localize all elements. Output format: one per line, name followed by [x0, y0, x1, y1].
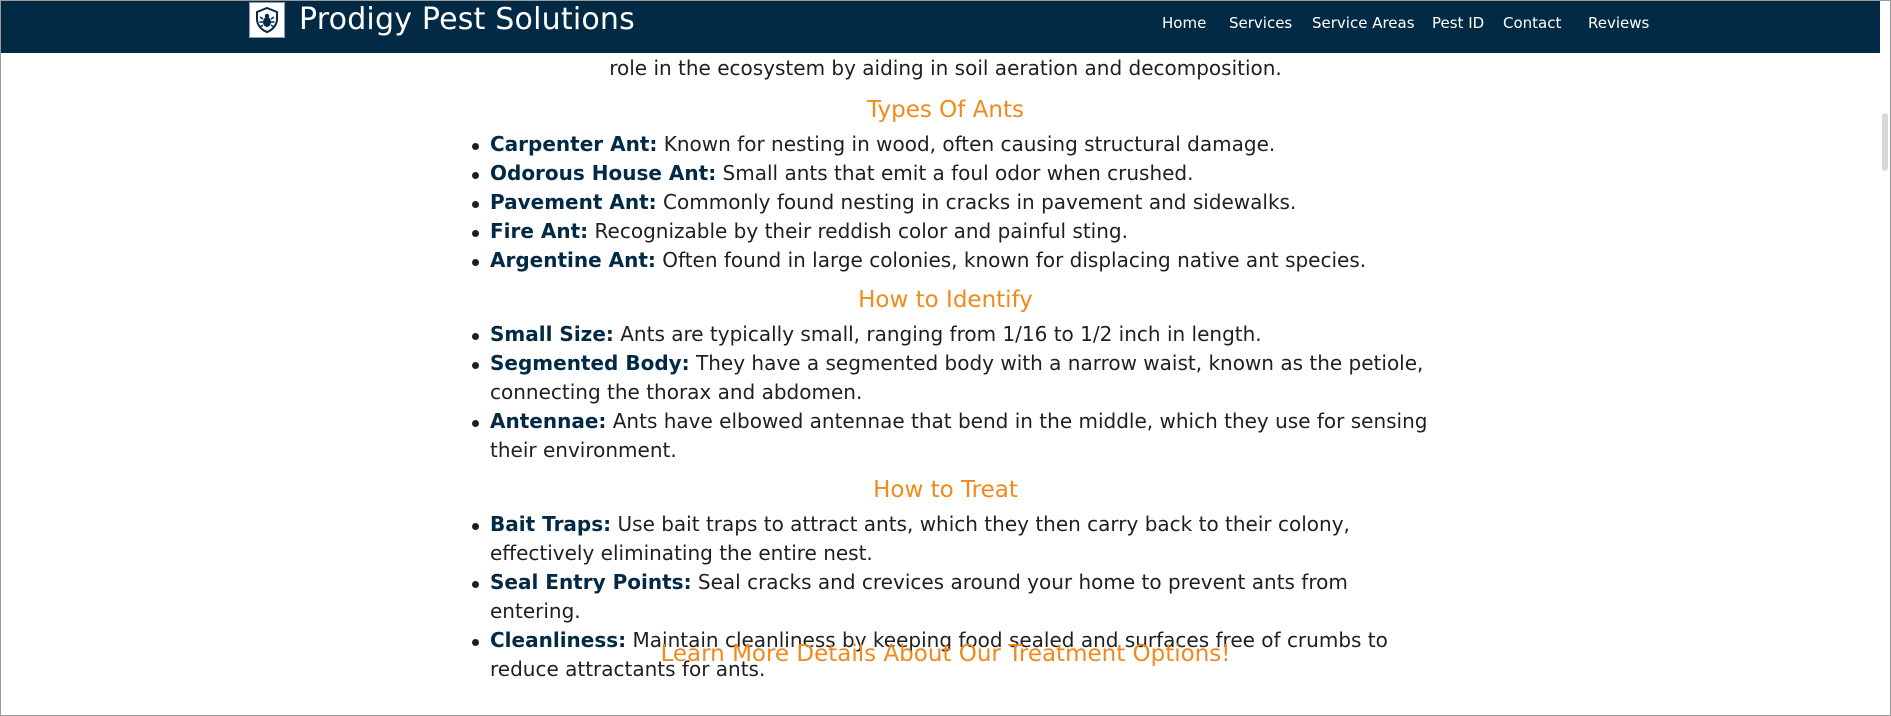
list-item-term: Pavement Ant:: [490, 190, 657, 214]
list-item-term: Bait Traps:: [490, 512, 612, 536]
bullet: [472, 201, 479, 208]
list-item-text: Ants have elbowed antennae that bend in …: [490, 409, 1428, 462]
bullet: [472, 523, 479, 530]
list-item: Segmented Body: They have a segmented bo…: [472, 349, 1430, 407]
treat-heading: How to Treat: [873, 477, 1018, 503]
brand-name[interactable]: Prodigy Pest Solutions: [299, 1, 635, 41]
identify-heading: How to Identify: [858, 287, 1033, 313]
site-header: Prodigy Pest Solutions Home Services Ser…: [1, 1, 1890, 53]
bullet: [472, 581, 479, 588]
list-item-text: Use bait traps to attract ants, which th…: [490, 512, 1350, 565]
nav-service-areas[interactable]: Service Areas: [1312, 14, 1415, 32]
types-list: Carpenter Ant: Known for nesting in wood…: [472, 130, 1430, 275]
list-item-term: Seal Entry Points:: [490, 570, 692, 594]
bullet: [472, 172, 479, 179]
list-item: Pavement Ant: Commonly found nesting in …: [472, 188, 1430, 217]
bullet: [472, 143, 479, 150]
nav-pest-id[interactable]: Pest ID: [1432, 14, 1484, 32]
bullet: [472, 259, 479, 266]
nav-home[interactable]: Home: [1162, 14, 1206, 32]
list-item-term: Antennae:: [490, 409, 607, 433]
list-item: Antennae: Ants have elbowed antennae tha…: [472, 407, 1430, 465]
list-item-text: Ants are typically small, ranging from 1…: [613, 322, 1262, 346]
list-item-term: Small Size:: [490, 322, 614, 346]
list-item-term: Segmented Body:: [490, 351, 690, 375]
bullet: [472, 420, 479, 427]
page-scrollbar[interactable]: [1880, 1, 1890, 715]
list-item-term: Odorous House Ant:: [490, 161, 717, 185]
list-item: Carpenter Ant: Known for nesting in wood…: [472, 130, 1430, 159]
bullet: [472, 230, 479, 237]
list-item-term: Carpenter Ant:: [490, 132, 658, 156]
list-item: Argentine Ant: Often found in large colo…: [472, 246, 1430, 275]
treatment-options-link[interactable]: Learn More Details About Our Treatment O…: [1, 639, 1890, 669]
list-item: Bait Traps: Use bait traps to attract an…: [472, 510, 1430, 568]
bullet: [472, 362, 479, 369]
nav-reviews[interactable]: Reviews: [1588, 14, 1649, 32]
list-item: Fire Ant: Recognizable by their reddish …: [472, 217, 1430, 246]
bug-shield-icon: [256, 6, 278, 34]
list-item-term: Argentine Ant:: [490, 248, 656, 272]
scrollbar-thumb[interactable]: [1882, 113, 1888, 171]
list-item-text: Small ants that emit a foul odor when cr…: [716, 161, 1194, 185]
intro-paragraph: role in the ecosystem by aiding in soil …: [609, 56, 1282, 80]
browser-viewport: Prodigy Pest Solutions Home Services Ser…: [0, 0, 1891, 716]
identify-list: Small Size: Ants are typically small, ra…: [472, 320, 1430, 465]
list-item: Odorous House Ant: Small ants that emit …: [472, 159, 1430, 188]
list-item: Seal Entry Points: Seal cracks and crevi…: [472, 568, 1430, 626]
nav-services[interactable]: Services: [1229, 14, 1292, 32]
nav-contact[interactable]: Contact: [1503, 14, 1561, 32]
list-item-text: Known for nesting in wood, often causing…: [657, 132, 1276, 156]
list-item-text: Recognizable by their reddish color and …: [588, 219, 1128, 243]
bullet: [472, 333, 479, 340]
list-item-text: Often found in large colonies, known for…: [655, 248, 1367, 272]
types-heading: Types Of Ants: [867, 97, 1024, 123]
list-item: Small Size: Ants are typically small, ra…: [472, 320, 1430, 349]
site-logo[interactable]: [249, 2, 285, 38]
list-item-text: Commonly found nesting in cracks in pave…: [656, 190, 1297, 214]
list-item-term: Fire Ant:: [490, 219, 589, 243]
